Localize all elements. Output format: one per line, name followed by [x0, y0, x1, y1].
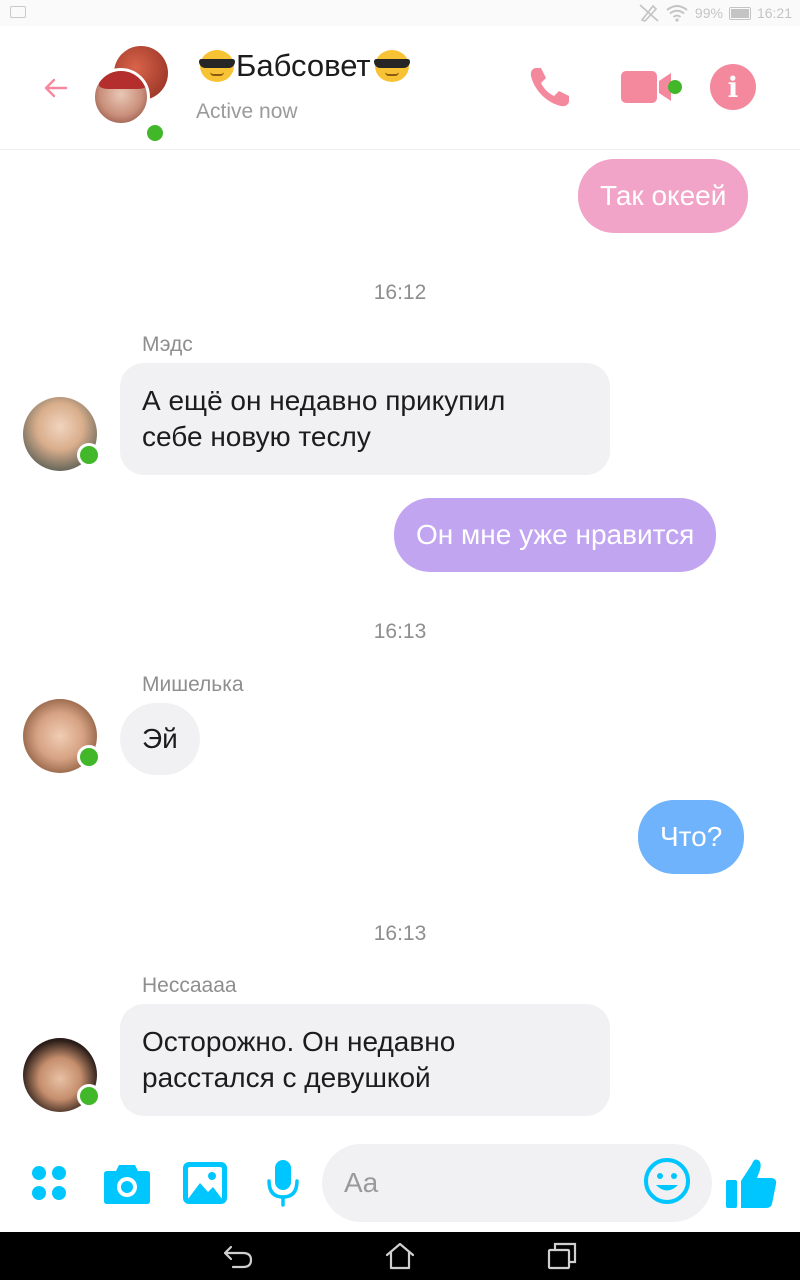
online-indicator — [668, 80, 682, 94]
avatar[interactable] — [23, 1038, 101, 1112]
info-button[interactable]: i — [708, 62, 758, 112]
avatar[interactable] — [23, 397, 101, 471]
emoji-button[interactable] — [642, 1156, 692, 1206]
nav-back-button[interactable] — [220, 1240, 256, 1272]
microphone-icon — [267, 1160, 299, 1207]
battery-percent: 99% — [694, 5, 723, 21]
battery-charging-icon — [728, 6, 751, 20]
online-indicator — [77, 745, 101, 769]
video-call-button[interactable] — [606, 62, 688, 112]
wifi-icon — [666, 5, 688, 22]
back-button[interactable] — [40, 72, 72, 104]
thumbs-up-icon — [726, 1159, 777, 1208]
recent-apps-icon — [547, 1242, 577, 1270]
status-bar-right: 99% 16:21 — [639, 3, 792, 23]
sunglasses-emoji-icon — [371, 50, 411, 82]
back-arrow-icon — [44, 78, 68, 98]
timestamp: 16:13 — [373, 922, 427, 945]
voice-message-button[interactable] — [258, 1158, 308, 1208]
sender-name: Нессаааа — [142, 974, 237, 997]
phone-icon — [530, 68, 569, 107]
status-bar: 99% 16:21 — [0, 0, 800, 26]
apps-icon — [32, 1166, 66, 1200]
emoji-icon — [644, 1158, 690, 1204]
avatar — [92, 68, 150, 126]
clock: 16:21 — [756, 5, 792, 21]
message-line: А ещё он недавно прикупил — [142, 385, 506, 416]
message-list[interactable]: Так океей 16:12 Мэдс А ещё он недавно пр… — [0, 151, 800, 1136]
message-bubble-outgoing[interactable]: Что? — [638, 800, 745, 874]
sunglasses-emoji-icon — [196, 50, 236, 82]
chat-header: Бабсовет Active now i — [0, 26, 800, 150]
online-indicator — [144, 122, 166, 144]
message-bubble-outgoing[interactable]: Он мне уже нравится — [394, 498, 717, 572]
home-icon — [385, 1242, 415, 1270]
gallery-button[interactable] — [180, 1158, 230, 1208]
message-bubble-incoming[interactable]: Осторожно. Он недавно расстался с девушк… — [120, 1004, 610, 1116]
no-sim-icon — [639, 4, 659, 22]
info-icon: i — [710, 64, 756, 110]
avatar[interactable] — [23, 699, 101, 773]
video-camera-icon — [621, 71, 671, 103]
sender-name: Мишелька — [142, 673, 244, 696]
back-icon — [223, 1245, 253, 1269]
gallery-icon — [183, 1162, 227, 1204]
active-status: Active now — [196, 100, 298, 123]
camera-button[interactable] — [102, 1158, 152, 1208]
like-button[interactable] — [722, 1154, 780, 1212]
notification-icon — [10, 6, 26, 18]
nav-recents-button[interactable] — [544, 1240, 580, 1272]
message-line: Осторожно. Он недавно — [142, 1026, 456, 1057]
message-line: расстался с девушкой — [142, 1062, 431, 1093]
camera-icon — [104, 1165, 150, 1204]
online-indicator — [77, 443, 101, 467]
nav-home-button[interactable] — [382, 1240, 418, 1272]
message-line: себе новую теслу — [142, 421, 371, 452]
chat-title[interactable]: Бабсовет — [196, 48, 411, 84]
sender-name: Мэдс — [142, 333, 193, 356]
composer — [0, 1136, 800, 1232]
message-bubble-incoming[interactable]: А ещё он недавно прикупил себе новую тес… — [120, 363, 610, 475]
chat-title-text: Бабсовет — [236, 48, 371, 83]
group-avatar[interactable] — [92, 46, 172, 144]
message-line: Эй — [142, 723, 178, 754]
online-indicator — [77, 1084, 101, 1108]
timestamp: 16:13 — [373, 620, 427, 643]
voice-call-button[interactable] — [522, 62, 578, 112]
apps-button[interactable] — [24, 1158, 74, 1208]
timestamp: 16:12 — [373, 281, 427, 304]
message-bubble-incoming[interactable]: Эй — [120, 703, 200, 775]
message-bubble-outgoing[interactable]: Так океей — [578, 159, 749, 233]
navigation-bar — [0, 1232, 800, 1280]
